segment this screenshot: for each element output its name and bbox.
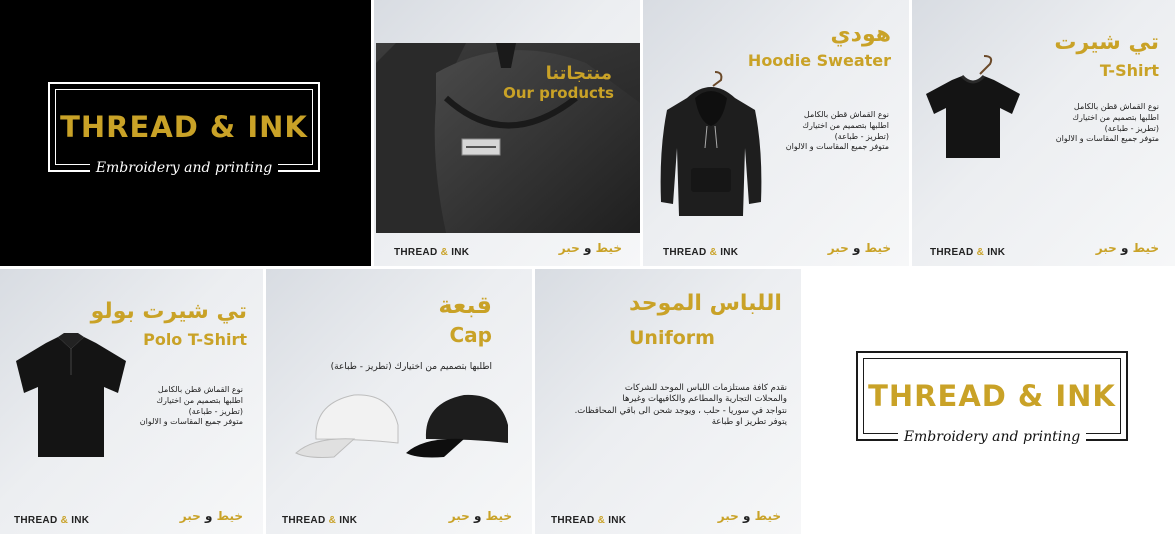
logo-tile-light: THREAD & INK Embroidery and printing [804,269,1175,534]
logo-title: THREAD & INK [868,379,1116,413]
tshirt-image [926,55,1020,158]
footer-brand-ar: خيط و حبر [179,509,243,523]
tshirt-description: نوع القماش قطن بالكامل اطلبها بتصميم من … [1055,102,1159,144]
cap-title-en: Cap [449,323,493,347]
uniform-description: نقدم كافة مستلزمات اللباس الموحد للشركات… [574,383,787,428]
logo-title: THREAD & INK [60,110,308,144]
footer-brand-ar: خيط و حبر [448,509,512,523]
uniform-title-en: Uniform [629,327,715,349]
footer-brand-ar: خيط و حبر [1095,241,1159,255]
footer-brand-en: THREAD & INK [663,247,739,258]
polo-title-ar: تي شيرت بولو [90,299,247,324]
tshirt-title-en: T-Shirt [1099,61,1159,80]
tshirt-tile: تي شيرت T-Shirt نوع القماش قطن بالكامل ا… [912,0,1175,266]
footer-brand-en: THREAD & INK [930,247,1006,258]
polo-image [16,333,126,457]
cap-tile: قبعة Cap اطلبها بتصميم من اختيارك (تطريز… [266,269,532,534]
footer-brand-en: THREAD & INK [551,515,627,526]
tshirt-title-ar: تي شيرت [1054,30,1159,55]
hoodie-title-ar: هودي [830,22,892,47]
footer-brand-ar: خيط و حبر [558,241,622,255]
uniform-title-ar: اللباس الموحد [629,291,782,316]
hoodie-image [660,71,762,216]
hoodie-description: نوع القماش قطن بالكامل اطلبها بتصميم من … [785,110,889,152]
footer-brand-ar: خيط و حبر [717,509,781,523]
footer-brand-en: THREAD & INK [282,515,358,526]
products-title-en: Our products [503,84,614,102]
footer-brand-ar: خيط و حبر [827,241,891,255]
polo-description: نوع القماش قطن بالكامل اطلبها بتصميم من … [139,385,243,427]
footer-brand-en: THREAD & INK [394,247,470,258]
footer-brand-en: THREAD & INK [14,515,90,526]
cap-description: اطلبها بتصميم من اختيارك (تطريز - طباعة) [330,362,492,372]
logo-tile-dark: THREAD & INK Embroidery and printing [0,0,371,266]
cap-title-ar: قبعة [438,291,492,319]
logo-tagline: Embroidery and printing [48,160,320,176]
products-title-ar: منتجاتنا [545,63,612,84]
polo-tile: تي شيرت بولو Polo T-Shirt نوع القماش قطن… [0,269,263,534]
caps-image [295,394,508,458]
hoodie-title-en: Hoodie Sweater [747,51,891,70]
products-tile: منتجاتنا Our products THREAD & INK خيط و… [374,0,640,266]
hoodie-tile: هودي Hoodie Sweater نوع القماش قطن بالكا… [643,0,909,266]
logo-tagline: Embroidery and printing [856,429,1128,445]
polo-title-en: Polo T-Shirt [143,330,247,349]
uniform-tile: اللباس الموحد Uniform نقدم كافة مستلزمات… [535,269,801,534]
